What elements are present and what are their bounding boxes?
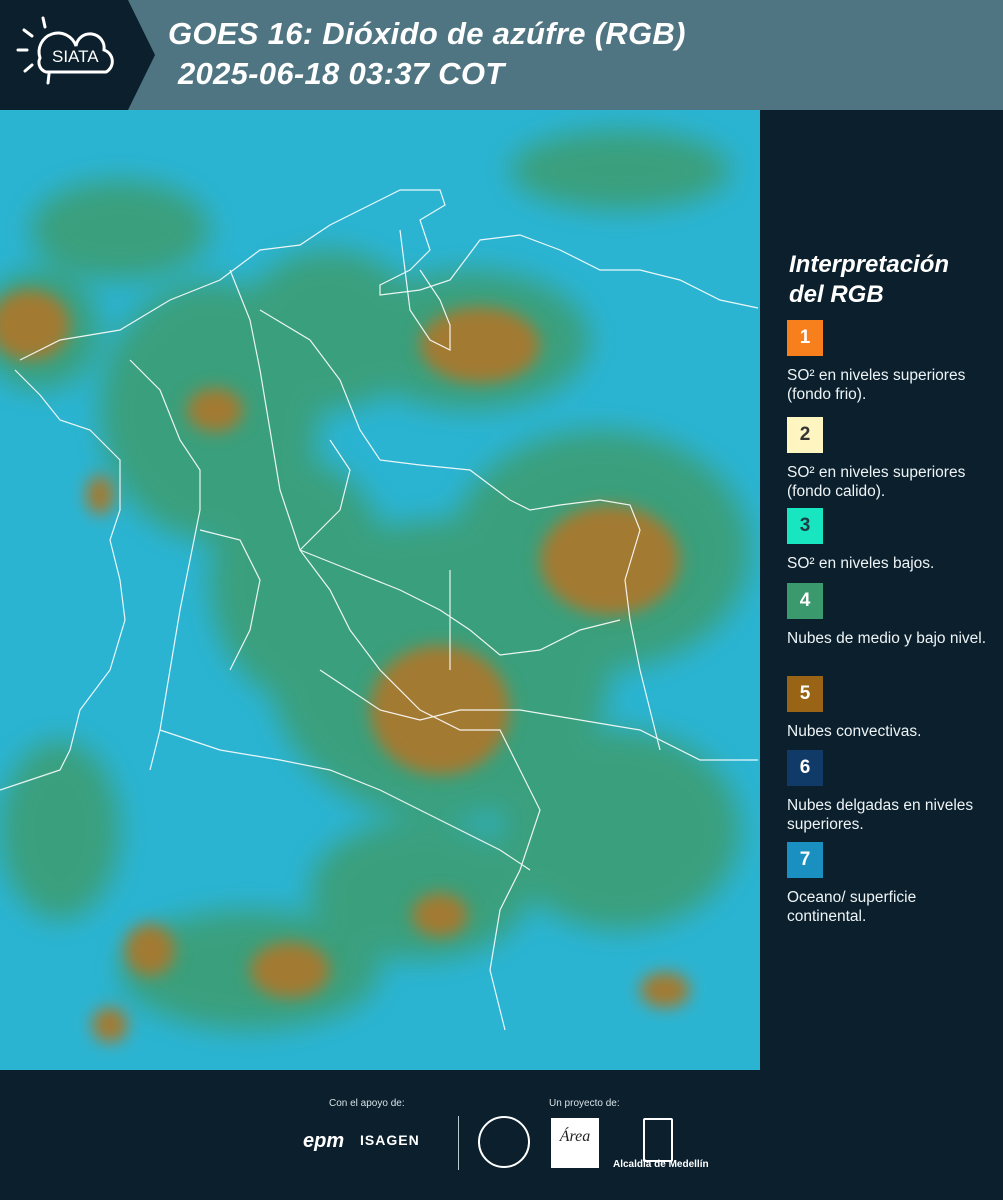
legend-swatch-2: 2 bbox=[787, 417, 823, 453]
legend-swatch-4: 4 bbox=[787, 583, 823, 619]
footer-divider bbox=[458, 1116, 459, 1170]
legend-label-6: Nubes delgadas en niveles superiores. bbox=[787, 797, 974, 833]
legend-swatch-3: 3 bbox=[787, 508, 823, 544]
medellin-seal-icon bbox=[478, 1116, 530, 1168]
alcaldia-logo-text: Alcaldía de Medellín bbox=[613, 1159, 709, 1170]
support-label: Con el apoyo de: bbox=[329, 1098, 405, 1109]
title-timestamp: 2025-06-18 03:37 COT bbox=[178, 56, 505, 91]
legend-label-4: Nubes de medio y bajo nivel. bbox=[787, 630, 987, 647]
legend-num-6: 6 bbox=[799, 757, 811, 778]
legend-num-1: 1 bbox=[799, 327, 811, 348]
legend-title: Interpretación del RGB bbox=[789, 251, 950, 308]
page-title: GOES 16: Dióxido de azúfre (RGB) 2025-06… bbox=[168, 14, 686, 94]
header-bar: SIATA GOES 16: Dióxido de azúfre (RGB) 2… bbox=[0, 0, 1003, 110]
legend-num-7: 7 bbox=[799, 849, 811, 870]
isagen-logo: ISAGEN bbox=[360, 1132, 420, 1148]
legend-label-7: Oceano/ superficie continental. bbox=[787, 889, 917, 925]
satellite-image bbox=[0, 110, 760, 1070]
title-product: GOES 16: Dióxido de azúfre (RGB) bbox=[168, 16, 686, 51]
project-label: Un proyecto de: bbox=[549, 1098, 620, 1109]
legend-num-4: 4 bbox=[799, 590, 811, 611]
alcaldia-shield-icon bbox=[643, 1118, 673, 1162]
legend-label-1: SO² en niveles superiores (fondo frio). bbox=[787, 367, 966, 403]
footer-bar: Con el apoyo de: Un proyecto de: epm ISA… bbox=[0, 1070, 1003, 1200]
legend-item-5: 5 Nubes convectivas. bbox=[787, 676, 987, 741]
legend-swatch-7: 7 bbox=[787, 842, 823, 878]
legend-swatch-5: 5 bbox=[787, 676, 823, 712]
svg-text:SIATA: SIATA bbox=[52, 47, 99, 66]
legend-num-3: 3 bbox=[799, 515, 811, 536]
legend-label-3: SO² en niveles bajos. bbox=[787, 555, 935, 572]
legend-item-4: 4 Nubes de medio y bajo nivel. bbox=[787, 583, 987, 648]
legend-item-3: 3 SO² en niveles bajos. bbox=[787, 508, 987, 573]
legend-label-5: Nubes convectivas. bbox=[787, 723, 922, 740]
legend-num-5: 5 bbox=[799, 683, 811, 704]
legend-item-2: 2 SO² en niveles superiores (fondo calid… bbox=[787, 417, 987, 501]
satellite-map bbox=[0, 110, 760, 1070]
legend-item-1: 1 SO² en niveles superiores (fondo frio)… bbox=[787, 320, 987, 404]
legend-item-6: 6 Nubes delgadas en niveles superiores. bbox=[787, 750, 987, 834]
legend-num-2: 2 bbox=[799, 424, 811, 445]
legend-label-2: SO² en niveles superiores (fondo calido)… bbox=[787, 464, 966, 500]
legend-swatch-1: 1 bbox=[787, 320, 823, 356]
legend-swatch-6: 6 bbox=[787, 750, 823, 786]
legend-item-7: 7 Oceano/ superficie continental. bbox=[787, 842, 987, 926]
siata-logo: SIATA bbox=[0, 0, 155, 110]
epm-logo: epm bbox=[303, 1130, 345, 1152]
legend-panel: Interpretación del RGB 1 SO² en niveles … bbox=[760, 110, 1003, 1070]
area-metropolitana-text: Área bbox=[559, 1128, 591, 1145]
